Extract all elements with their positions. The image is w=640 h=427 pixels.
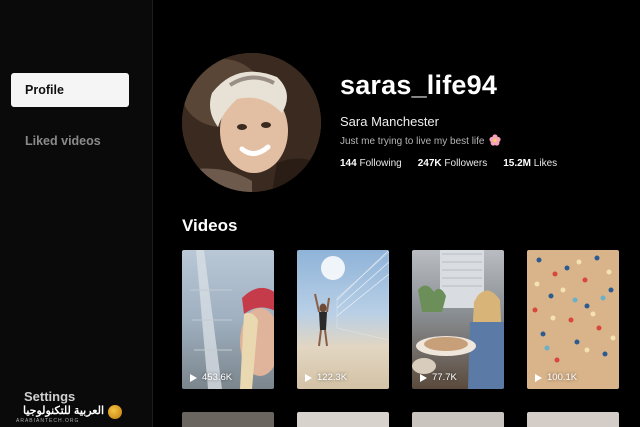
video-preview-image (412, 250, 504, 389)
view-count-text: 77.7K (432, 372, 457, 383)
video-thumbnail[interactable] (527, 412, 619, 427)
likes-count: 15.2M (503, 158, 531, 169)
video-view-count: 77.7K (420, 372, 457, 383)
watermark-text: العربية للتكنولوجيا (22, 405, 104, 417)
view-count-text: 122.3K (317, 372, 348, 383)
following-stat[interactable]: 144 Following (340, 158, 402, 169)
videos-section-title: Videos (182, 216, 238, 235)
avatar-photo (182, 53, 321, 192)
video-thumbnail[interactable]: 77.7K (412, 250, 504, 389)
video-thumbnail[interactable] (182, 412, 274, 427)
watermark-icon (108, 405, 122, 419)
sidebar-item-liked-videos[interactable]: Liked videos (11, 124, 129, 158)
view-count-text: 453.6K (202, 372, 233, 383)
play-icon (305, 373, 312, 382)
watermark-logo: العربية للتكنولوجيا ARABIANTECH.ORG (12, 402, 122, 424)
video-preview-image (532, 255, 616, 363)
profile-bio-text: Just me trying to live my best life (340, 136, 485, 147)
video-thumbnail[interactable]: 122.3K (297, 250, 389, 389)
play-icon (420, 373, 427, 382)
sidebar: Profile Liked videos Settings العربية لل… (0, 0, 153, 427)
video-thumbnail[interactable]: 100.1K (527, 250, 619, 389)
video-thumbnail[interactable]: 453.6K (182, 250, 274, 389)
followers-label: Followers (444, 158, 488, 169)
video-view-count: 122.3K (305, 372, 347, 383)
followers-count: 247K (417, 158, 442, 169)
profile-full-name: Sara Manchester (340, 114, 439, 129)
likes-label: Likes (533, 158, 558, 169)
watermark-subtext: ARABIANTECH.ORG (16, 418, 80, 424)
sidebar-item-profile[interactable]: Profile (11, 73, 129, 107)
video-view-count: 100.1K (535, 372, 577, 383)
profile-stats: 144 Following 247K Followers 15.2M Likes (340, 158, 557, 169)
video-view-count: 453.6K (190, 372, 232, 383)
likes-stat: 15.2M Likes (503, 158, 557, 169)
following-count: 144 (340, 158, 357, 169)
video-thumbnail[interactable] (412, 412, 504, 427)
profile-username: saras_life94 (340, 70, 498, 100)
play-icon (190, 373, 197, 382)
play-icon (535, 373, 542, 382)
profile-bio: Just me trying to live my best life (340, 134, 501, 147)
view-count-text: 100.1K (547, 372, 578, 383)
avatar[interactable] (182, 53, 321, 192)
following-label: Following (359, 158, 402, 169)
video-preview-image (190, 250, 274, 389)
video-preview-image (314, 250, 389, 347)
flower-icon (489, 134, 501, 146)
video-thumbnail[interactable] (297, 412, 389, 427)
followers-stat[interactable]: 247K Followers (418, 158, 487, 169)
